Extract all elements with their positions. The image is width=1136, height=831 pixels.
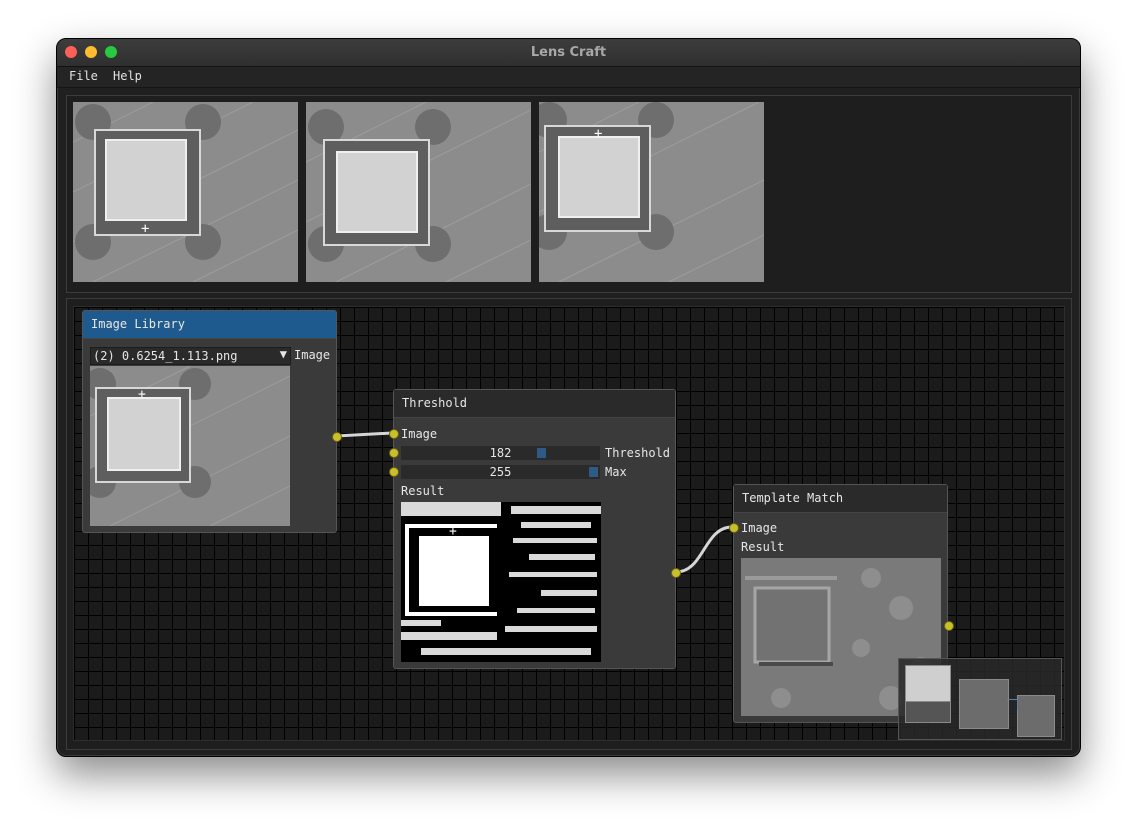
threshold-slider[interactable]: 182 xyxy=(401,446,600,460)
node-editor-frame: Image Library (2) 0.6254_1.113.png ▼ Ima… xyxy=(66,298,1072,750)
window-title: Lens Craft xyxy=(530,45,607,60)
menu-bar: File Help xyxy=(57,67,1080,88)
threshold-result-image: + xyxy=(401,502,601,662)
app-window: Lens Craft File Help + + Image Library (… xyxy=(56,38,1081,757)
dropdown-arrow-icon: ▼ xyxy=(279,347,287,361)
threshold-node[interactable]: Threshold Image 182 Threshold 255 Max Re… xyxy=(389,389,681,669)
template-output-pin[interactable] xyxy=(944,621,954,631)
max-slider-label: Max xyxy=(605,465,627,479)
threshold-image-input-pin[interactable] xyxy=(389,429,399,439)
threshold-result-output-pin[interactable] xyxy=(671,568,681,578)
minimap-node-library xyxy=(905,665,951,703)
minimap-node-template xyxy=(1017,695,1055,737)
menu-help[interactable]: Help xyxy=(109,69,146,83)
threshold-title: Threshold xyxy=(394,390,675,418)
gallery-thumbnail-2[interactable] xyxy=(306,102,531,282)
threshold-slider-label: Threshold xyxy=(605,446,671,460)
image-gallery: + + xyxy=(66,95,1072,293)
minimap-link xyxy=(1007,699,1018,710)
svg-text:+: + xyxy=(141,221,149,237)
image-library-node[interactable]: Image Library (2) 0.6254_1.113.png ▼ Ima… xyxy=(82,310,342,533)
image-library-title: Image Library xyxy=(83,311,336,339)
template-match-title: Template Match xyxy=(734,485,947,513)
threshold-result-label: Result xyxy=(401,484,445,498)
node-editor-canvas[interactable]: Image Library (2) 0.6254_1.113.png ▼ Ima… xyxy=(73,306,1065,741)
image-file-value: (2) 0.6254_1.113.png xyxy=(93,349,238,363)
menu-file[interactable]: File xyxy=(65,69,102,83)
title-bar: Lens Craft xyxy=(57,39,1080,67)
svg-text:+: + xyxy=(138,387,146,402)
image-file-dropdown[interactable]: (2) 0.6254_1.113.png ▼ xyxy=(90,347,291,365)
gallery-thumbnail-3[interactable]: + xyxy=(539,102,764,282)
image-library-output-pin[interactable] xyxy=(332,432,342,442)
threshold-slider-grab[interactable] xyxy=(537,448,546,458)
threshold-value-input-pin[interactable] xyxy=(389,448,399,458)
max-slider-grab[interactable] xyxy=(589,467,598,477)
svg-text:+: + xyxy=(449,524,457,539)
template-image-input-label: Image xyxy=(741,521,778,535)
template-result-label: Result xyxy=(741,540,785,554)
node-editor-minimap[interactable] xyxy=(898,658,1062,740)
link-threshold-to-template xyxy=(675,525,733,574)
threshold-slider-value: 182 xyxy=(489,446,512,460)
template-image-input-pin[interactable] xyxy=(729,523,739,533)
max-slider-value: 255 xyxy=(489,465,512,479)
image-output-label: Image xyxy=(294,348,331,362)
gallery-thumbnail-1[interactable]: + xyxy=(73,102,298,282)
library-preview-image: + xyxy=(90,366,290,526)
svg-text:+: + xyxy=(594,126,602,142)
minimap-node-library-lower xyxy=(905,701,951,723)
threshold-image-input-label: Image xyxy=(401,427,438,441)
max-slider[interactable]: 255 xyxy=(401,465,600,479)
link-library-to-threshold xyxy=(335,431,393,438)
max-value-input-pin[interactable] xyxy=(389,467,399,477)
minimap-node-threshold xyxy=(959,679,1009,729)
